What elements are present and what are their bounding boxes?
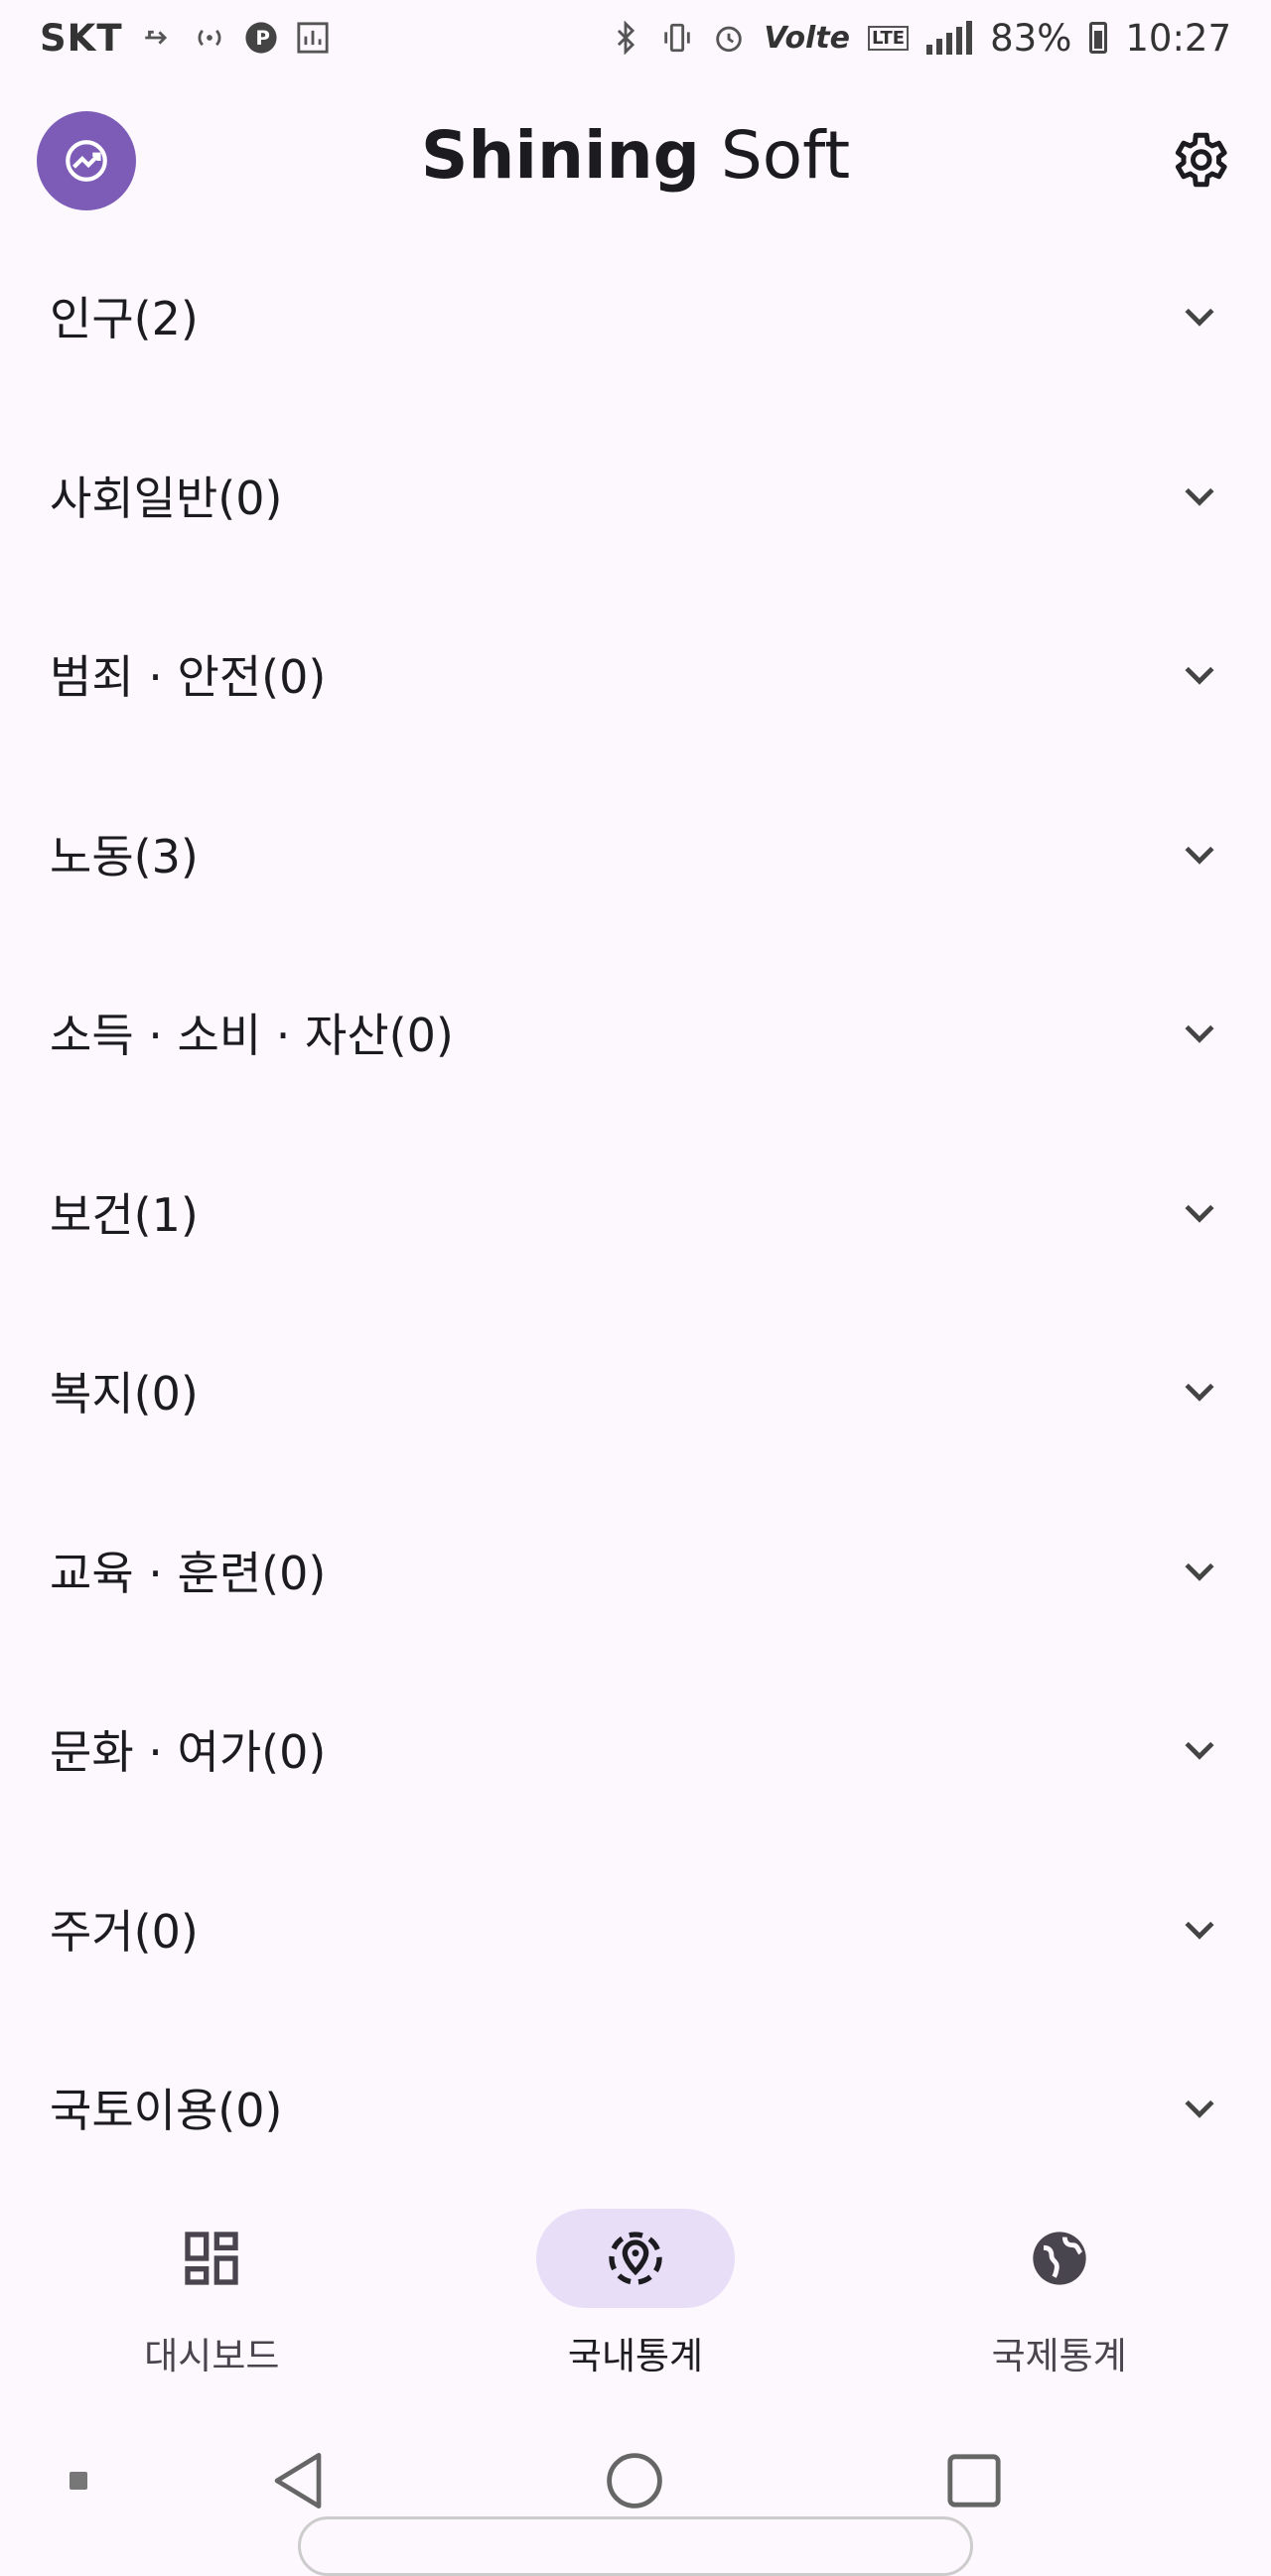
category-label: 보건(1) [50, 1187, 199, 1242]
chart-icon [296, 22, 329, 54]
category-label: 사회일반(0) [50, 471, 283, 525]
lte-label: LTE [868, 25, 910, 51]
globe-icon [1033, 2232, 1086, 2285]
chevron-down-icon [1185, 1025, 1214, 1043]
category-label: 교육 · 훈련(0) [50, 1546, 327, 1600]
clock: 10:27 [1125, 16, 1231, 60]
chevron-down-icon [1185, 1384, 1214, 1402]
vibrate-icon [664, 23, 691, 53]
signal-icon [926, 21, 973, 55]
category-row[interactable]: 인구(2) [0, 248, 1271, 428]
dashboard-icon [185, 2232, 238, 2285]
status-left: SKT P [40, 17, 330, 60]
category-row[interactable]: 교육 · 훈련(0) [0, 1503, 1271, 1683]
category-row[interactable]: 소득 · 소비 · 자산(0) [0, 965, 1271, 1145]
app-title: Shining Soft [0, 117, 1271, 194]
nav-dashboard-pill [112, 2209, 311, 2308]
nav-dashboard[interactable]: 대시보드 [0, 2189, 424, 2387]
category-label: 문화 · 여가(0) [50, 1725, 327, 1780]
volte-label: Volte [764, 20, 851, 56]
usb-icon [144, 30, 167, 45]
gesture-bar [298, 2516, 973, 2576]
category-row[interactable]: 문화 · 여가(0) [0, 1682, 1271, 1861]
chevron-down-icon [1185, 667, 1214, 685]
nav-international-pill [960, 2209, 1159, 2308]
nav-international-stats[interactable]: 국제통계 [847, 2189, 1271, 2387]
gear-icon[interactable] [1166, 127, 1231, 193]
app-bar: Shining Soft [0, 99, 1271, 218]
category-row[interactable]: 주거(0) [0, 1861, 1271, 2041]
keyboard-dot-icon [70, 2472, 87, 2490]
nav-domestic-stats[interactable]: 국내통계 [424, 2189, 848, 2387]
category-row[interactable]: 사회일반(0) [0, 428, 1271, 608]
category-row[interactable]: 범죄 · 안전(0) [0, 607, 1271, 786]
chevron-down-icon [1185, 487, 1214, 506]
bottom-navigation: 대시보드 국내통계 국제통계 [0, 2189, 1271, 2387]
chevron-down-icon [1185, 1742, 1214, 1760]
chevron-down-icon [1185, 309, 1214, 327]
category-label: 복지(0) [50, 1367, 199, 1422]
category-row[interactable]: 노동(3) [0, 786, 1271, 966]
nav-domestic-label: 국내통계 [567, 2335, 704, 2377]
battery-icon [1089, 22, 1108, 54]
category-row[interactable]: 복지(0) [0, 1323, 1271, 1503]
category-label: 주거(0) [50, 1904, 199, 1959]
hotspot-icon [198, 29, 220, 47]
nav-dashboard-label: 대시보드 [144, 2335, 280, 2377]
category-label: 인구(2) [50, 292, 199, 346]
nav-international-label: 국제통계 [991, 2335, 1127, 2377]
chevron-down-icon [1185, 1204, 1214, 1223]
back-icon[interactable] [270, 2450, 326, 2511]
chevron-down-icon [1185, 1562, 1214, 1581]
category-label: 국토이용(0) [50, 2084, 283, 2138]
battery-percent: 83% [990, 16, 1072, 60]
status-bar: SKT P Volte LTE 83% 10:27 [0, 0, 1271, 75]
status-right: Volte LTE 83% 10:27 [609, 17, 1231, 60]
chevron-down-icon [1185, 1921, 1214, 1940]
location-icon [609, 2232, 662, 2285]
category-label: 노동(3) [50, 829, 199, 883]
home-icon[interactable] [606, 2452, 663, 2509]
carrier-label: SKT [40, 16, 123, 60]
recents-icon[interactable] [945, 2452, 1003, 2509]
chevron-down-icon [1185, 846, 1214, 865]
parking-icon: P [244, 22, 277, 54]
category-label: 소득 · 소비 · 자산(0) [50, 1009, 454, 1063]
bluetooth-icon [618, 21, 636, 55]
alarm-icon [716, 26, 743, 53]
category-label: 범죄 · 안전(0) [50, 650, 327, 705]
svg-text:P: P [255, 27, 270, 50]
chevron-down-icon [1185, 2101, 1214, 2118]
app-title-rest: Soft [699, 117, 851, 194]
app-title-bold: Shining [420, 117, 700, 194]
category-row[interactable]: 보건(1) [0, 1145, 1271, 1324]
category-list: 인구(2) 사회일반(0) 범죄 · 안전(0) 노동(3) 소득 · 소비 ·… [0, 248, 1271, 2220]
nav-domestic-pill [536, 2209, 735, 2308]
